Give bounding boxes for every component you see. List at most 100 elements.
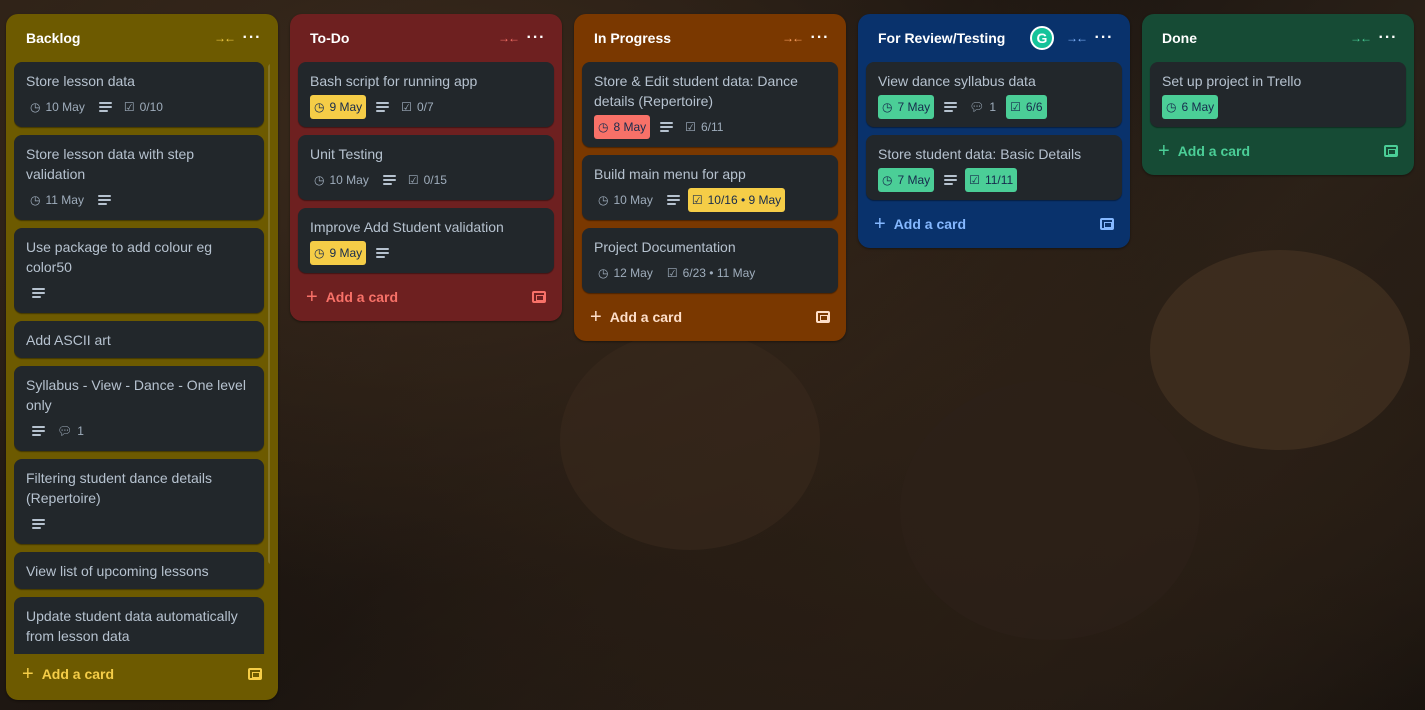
card[interactable]: Set up project in Trello ◷ 6 May	[1150, 62, 1406, 127]
add-card-button[interactable]: + Add a card	[298, 281, 554, 313]
more-icon: ···	[810, 29, 830, 46]
card-badges: ◷ 7 May ☑ 11/11	[878, 168, 1110, 192]
card-badges: ◷ 7 May 💬︎ 1 ☑ 6/6	[878, 95, 1110, 119]
due-date-badge[interactable]: ◷ 7 May	[878, 168, 935, 192]
collapse-icon: →←	[214, 31, 236, 45]
template-icon[interactable]	[532, 291, 546, 303]
card[interactable]: Unit Testing ◷ 10 May ☑ 0/15	[298, 135, 554, 200]
background-photo	[560, 330, 820, 550]
list-title[interactable]: Done	[1162, 30, 1346, 46]
card-title: View dance syllabus data	[878, 73, 1036, 89]
due-date: 10 May	[613, 193, 653, 207]
list-review: For Review/Testing G →← ··· View dance s…	[858, 14, 1130, 248]
card-badges: ◷ 6 May	[1162, 95, 1394, 119]
collapse-list-button[interactable]: →←	[1062, 24, 1090, 52]
checklist-count: 0/15	[423, 173, 447, 187]
description-icon	[32, 288, 45, 298]
card-badges	[26, 650, 252, 654]
due-date: 7 May	[897, 100, 931, 114]
list-title[interactable]: To-Do	[310, 30, 494, 46]
due-date: 8 May	[613, 120, 647, 134]
due-date-badge[interactable]: ◷ 7 May	[878, 95, 935, 119]
clock-icon: ◷	[598, 266, 609, 280]
list-in-progress: In Progress →← ··· Store & Edit student …	[574, 14, 846, 341]
list-title[interactable]: For Review/Testing	[878, 30, 1030, 46]
card-badges: ◷ 10 May ☑ 0/10	[26, 95, 252, 119]
due-date-badge[interactable]: ◷ 10 May	[310, 168, 373, 192]
card-badges: ◷ 8 May ☑ 6/11	[594, 115, 826, 139]
add-card-button[interactable]: + Add a card	[582, 301, 838, 333]
template-icon[interactable]	[816, 311, 830, 323]
due-date-badge[interactable]: ◷ 10 May	[26, 95, 89, 119]
more-icon: ···	[1094, 29, 1114, 46]
card-title: Unit Testing	[310, 146, 383, 162]
template-icon[interactable]	[1100, 218, 1114, 230]
list-title[interactable]: Backlog	[26, 30, 210, 46]
checklist-badge: ☑ 0/7	[397, 95, 437, 119]
template-icon[interactable]	[248, 668, 262, 680]
collapse-list-button[interactable]: →←	[494, 24, 522, 52]
card[interactable]: View list of upcoming lessons	[14, 552, 264, 589]
card[interactable]: Build main menu for app ◷ 10 May ☑ 10/16 •…	[582, 155, 838, 220]
card[interactable]: Store lesson data with step validation ◷…	[14, 135, 264, 220]
clock-icon: ◷	[314, 173, 325, 187]
due-date: 12 May	[613, 266, 653, 280]
card-title: Store student data: Basic Details	[878, 146, 1082, 162]
card-badges: ◷ 9 May	[310, 241, 542, 265]
template-icon[interactable]	[1384, 145, 1398, 157]
due-date-badge[interactable]: ◷ 8 May	[594, 115, 651, 139]
due-date: 10 May	[329, 173, 369, 187]
card[interactable]: Syllabus - View - Dance - One level only…	[14, 366, 264, 451]
due-date-badge[interactable]: ◷ 9 May	[310, 95, 367, 119]
comment-count: 1	[77, 424, 84, 438]
list-menu-button[interactable]: ···	[1090, 24, 1118, 52]
card[interactable]: Store lesson data ◷ 10 May ☑ 0/10	[14, 62, 264, 127]
card[interactable]: Store student data: Basic Details ◷ 7 May…	[866, 135, 1122, 200]
list-menu-button[interactable]: ···	[522, 24, 550, 52]
card-badges: ◷ 10 May ☑ 0/15	[310, 168, 542, 192]
scrollbar[interactable]	[268, 64, 270, 564]
list-header: For Review/Testing G →← ···	[866, 14, 1122, 62]
card-badges: ◷ 11 May	[26, 188, 252, 212]
plus-icon: +	[306, 286, 318, 308]
background-photo-light	[1150, 250, 1410, 450]
due-date-badge[interactable]: ◷ 9 May	[310, 241, 367, 265]
card-title: Use package to add colour eg color50	[26, 239, 213, 275]
collapse-list-button[interactable]: →←	[1346, 24, 1374, 52]
card[interactable]: Use package to add colour eg color50	[14, 228, 264, 313]
grammarly-icon[interactable]: G	[1030, 26, 1054, 50]
description-icon	[944, 102, 958, 112]
due-date-badge[interactable]: ◷ 6 May	[1162, 95, 1219, 119]
card[interactable]: Add ASCII art	[14, 321, 264, 358]
more-icon: ···	[1378, 29, 1398, 46]
due-date-badge[interactable]: ◷ 12 May	[594, 261, 657, 285]
due-date-badge[interactable]: ◷ 11 May	[26, 188, 88, 212]
checkbox-icon: ☑	[685, 120, 696, 134]
add-card-button[interactable]: + Add a card	[866, 208, 1122, 240]
checkbox-icon: ☑	[123, 100, 135, 114]
card[interactable]: Project Documentation ◷ 12 May ☑ 6/23 • 11…	[582, 228, 838, 293]
card-title: Build main menu for app	[594, 166, 746, 182]
card-title: Store lesson data with step validation	[26, 146, 195, 182]
list-title[interactable]: In Progress	[594, 30, 778, 46]
list-menu-button[interactable]: ···	[1374, 24, 1402, 52]
card[interactable]: Update student data automatically from l…	[14, 597, 264, 654]
card-title: Syllabus - View - Dance - One level only	[26, 377, 246, 413]
card[interactable]: Store & Edit student data: Dance details…	[582, 62, 838, 147]
card-badges: ◷ 10 May ☑ 10/16 • 9 May	[594, 188, 826, 212]
card-list[interactable]: Store lesson data ◷ 10 May ☑ 0/10 Store le…	[14, 62, 270, 654]
list-menu-button[interactable]: ···	[806, 24, 834, 52]
card[interactable]: Improve Add Student validation ◷ 9 May	[298, 208, 554, 273]
card[interactable]: Filtering student dance details (Reperto…	[14, 459, 264, 544]
description-icon	[382, 175, 396, 185]
due-date-badge[interactable]: ◷ 10 May	[594, 188, 657, 212]
list-menu-button[interactable]: ···	[238, 24, 266, 52]
card[interactable]: View dance syllabus data ◷ 7 May 💬︎ 1 ☑ 6/6	[866, 62, 1122, 127]
checkbox-icon: ☑	[407, 173, 419, 187]
add-card-button[interactable]: + Add a card	[14, 658, 270, 690]
add-card-button[interactable]: + Add a card	[1150, 135, 1406, 167]
collapse-list-button[interactable]: →←	[778, 24, 806, 52]
collapse-list-button[interactable]: →←	[210, 24, 238, 52]
checklist-count: 11/11	[984, 173, 1014, 187]
card[interactable]: Bash script for running app ◷ 9 May ☑ 0/7	[298, 62, 554, 127]
